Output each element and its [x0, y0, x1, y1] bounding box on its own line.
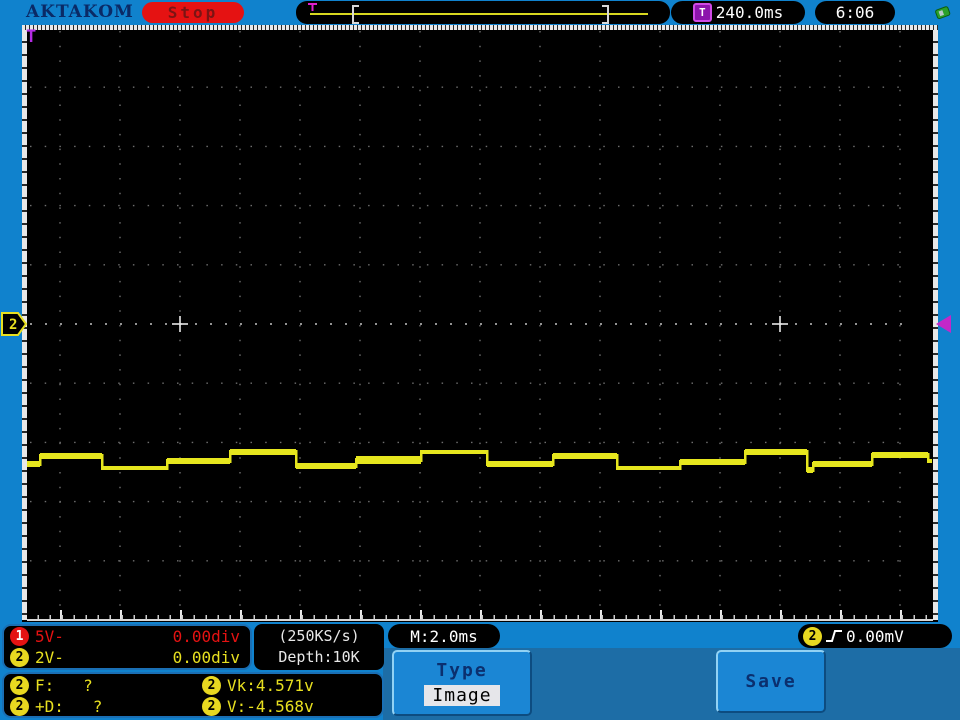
- memory-depth: Depth:10K: [278, 648, 360, 666]
- ch1-offset: 0.00div: [172, 627, 240, 646]
- bottom-baseline: [27, 619, 933, 621]
- measure-mean: 2 V:-4.568v: [202, 696, 382, 717]
- trigger-position-ruler: [296, 1, 670, 24]
- measure-vpp: 2 Vk:4.571v: [202, 675, 382, 696]
- record-length-line: [310, 13, 648, 15]
- type-label: Type: [436, 660, 488, 681]
- measurement-box: 2 F: ? 2 Vk:4.571v 2 +D: ? 2 V:-4.568v: [2, 672, 384, 718]
- meas-ch-badge: 2: [202, 697, 221, 716]
- measure-duty: 2 +D: ?: [10, 696, 202, 717]
- ch2-info-row: 2 2V- 0.00div: [4, 647, 250, 668]
- ch2-marker-label: 2: [9, 317, 17, 333]
- ch1-badge: 1: [10, 627, 29, 646]
- ch2-offset: 0.00div: [172, 648, 240, 667]
- brand-logo: AKTAKOM: [26, 2, 134, 22]
- ch2-badge: 2: [10, 648, 29, 667]
- meas-ch-badge: 2: [10, 697, 29, 716]
- ch1-info-row: 1 5V- 0.00div: [4, 626, 250, 647]
- trigger-level-readout: 2 0.00mV: [798, 624, 952, 648]
- trigger-level-marker[interactable]: [936, 315, 951, 333]
- window-start-bracket: [352, 5, 359, 24]
- trigger-offscreen-marker: T: [26, 27, 37, 47]
- trigger-level-value: 0.00mV: [846, 626, 904, 646]
- rising-edge-icon: [826, 630, 842, 642]
- top-tick-ruler: [22, 25, 938, 30]
- trigger-position-icon: [308, 3, 317, 11]
- channel-info-box: 1 5V- 0.00div 2 2V- 0.00div: [2, 624, 252, 670]
- run-state-label: Stop: [167, 3, 219, 22]
- ch1-scale: 5V-: [35, 627, 64, 646]
- bottom-panel: 1 5V- 0.00div 2 2V- 0.00div (250KS/s) De…: [0, 622, 960, 720]
- sample-rate: (250KS/s): [278, 627, 360, 645]
- ch2-position-marker[interactable]: 2: [1, 311, 28, 337]
- trigger-delay-value: 240.0ms: [715, 3, 784, 22]
- meas-ch-badge: 2: [10, 676, 29, 695]
- waveform-display: T: [22, 25, 938, 622]
- top-status-bar: AKTAKOM Stop T 240.0ms 6:06: [0, 0, 960, 25]
- clock-value: 6:06: [835, 3, 875, 22]
- acquisition-info-box: (250KS/s) Depth:10K: [254, 624, 384, 670]
- clock-readout: 6:06: [815, 1, 895, 24]
- save-label: Save: [745, 671, 797, 692]
- run-state-badge[interactable]: Stop: [142, 2, 244, 23]
- trigger-t-icon: T: [692, 3, 712, 22]
- type-selected-value[interactable]: Image: [424, 685, 500, 706]
- ch2-scale: 2V-: [35, 648, 64, 667]
- measure-freq: 2 F: ?: [10, 675, 202, 696]
- window-end-bracket: [602, 5, 609, 24]
- timebase-readout: M:2.0ms: [388, 624, 500, 648]
- meas-ch-badge: 2: [202, 676, 221, 695]
- usb-drive-icon: [935, 6, 951, 20]
- trigger-source-badge: 2: [803, 626, 822, 646]
- type-menu-button[interactable]: Type Image: [392, 650, 532, 716]
- save-button[interactable]: Save: [716, 650, 826, 713]
- trigger-delay-readout: T 240.0ms: [671, 1, 805, 24]
